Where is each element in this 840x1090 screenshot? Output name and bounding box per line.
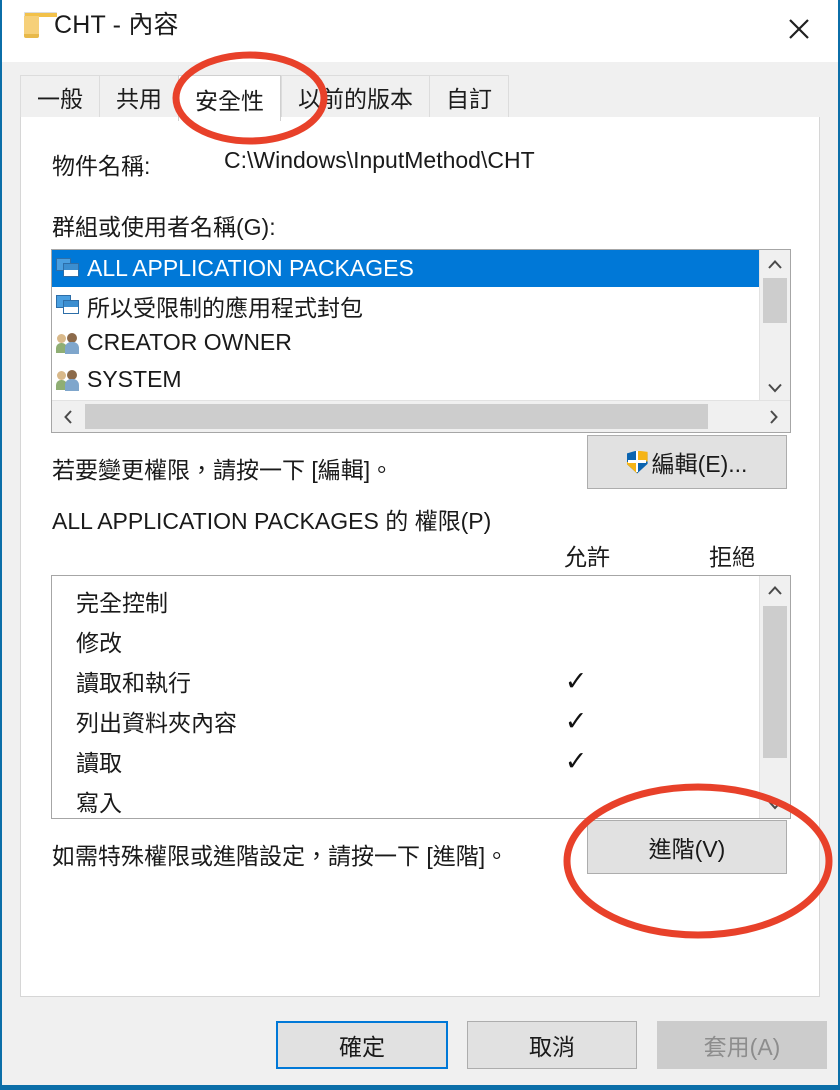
list-item[interactable]: ALL APPLICATION PACKAGES [52,250,760,287]
chevron-up-icon[interactable] [760,250,790,278]
list-item-label: ALL APPLICATION PACKAGES [87,255,414,281]
permission-name: 讀取和執行 [76,670,191,696]
properties-dialog: CHT - 內容 一般 共用 安全性 以前的版本 自訂 物件名稱: C:\Win… [0,0,840,1090]
permissions-title: ALL APPLICATION PACKAGES 的 權限(P) [52,508,492,534]
list-item-label: CREATOR OWNER [87,329,292,355]
table-row[interactable]: 讀取 ✓ [52,741,760,781]
tab-sharing[interactable]: 共用 [99,75,178,117]
permissions-listbox[interactable]: 完全控制 修改 讀取和執行 ✓ 列出資料夾內容 ✓ 讀取 ✓ 寫入 [51,575,791,819]
tab-general[interactable]: 一般 [20,75,99,117]
object-name-row: 物件名稱: C:\Windows\InputMethod\CHT [52,147,792,181]
folder-icon [24,12,57,38]
close-icon[interactable] [770,3,828,55]
chevron-left-icon[interactable] [52,401,85,432]
chevron-right-icon[interactable] [757,401,790,432]
package-icon [56,258,80,279]
group-user-items: ALL APPLICATION PACKAGES 所以受限制的應用程式封包 CR… [52,250,760,401]
column-header-allow: 允許 [564,544,610,570]
chevron-down-icon[interactable] [760,373,790,401]
permission-allow-check[interactable]: ✓ [556,701,596,741]
advanced-button[interactable]: 進階(V) [587,820,787,874]
title-bar: CHT - 內容 [2,0,838,62]
permission-name: 寫入 [76,790,122,816]
object-name-label: 物件名稱: [52,153,151,179]
permission-name: 讀取 [76,750,122,776]
group-user-vertical-scrollbar[interactable] [759,250,790,401]
table-row[interactable]: 列出資料夾內容 ✓ [52,701,760,741]
shield-icon [626,450,648,474]
table-row[interactable]: 修改 [52,621,760,661]
group-user-horizontal-scrollbar[interactable] [52,400,790,432]
title-bar-left: CHT - 內容 [24,12,179,38]
group-icon [56,332,80,354]
chevron-up-icon[interactable] [760,576,790,604]
permissions-vertical-scrollbar[interactable] [759,576,790,818]
tab-previous-versions[interactable]: 以前的版本 [281,75,429,117]
edit-button-label: 編輯(E)... [651,451,748,477]
permission-name: 修改 [76,630,122,656]
list-item[interactable]: 所以受限制的應用程式封包 [52,287,760,324]
chevron-down-icon[interactable] [760,790,790,818]
edit-button[interactable]: 編輯(E)... [587,435,787,489]
permission-name: 完全控制 [76,590,168,616]
table-row[interactable]: 讀取和執行 ✓ [52,661,760,701]
tab-strip: 一般 共用 安全性 以前的版本 自訂 [2,62,838,121]
apply-button: 套用(A) [657,1021,827,1069]
advanced-hint-text: 如需特殊權限或進階設定，請按一下 [進階]。 [52,843,509,869]
scrollbar-thumb[interactable] [763,278,787,323]
table-row[interactable]: 寫入 [52,781,760,818]
list-item-label: 所以受限制的應用程式封包 [87,294,363,321]
tab-list: 一般 共用 安全性 以前的版本 自訂 [20,75,509,121]
table-row[interactable]: 完全控制 [52,581,760,621]
group-icon [56,369,80,391]
permissions-rows: 完全控制 修改 讀取和執行 ✓ 列出資料夾內容 ✓ 讀取 ✓ 寫入 [52,576,760,818]
security-tab-panel: 物件名稱: C:\Windows\InputMethod\CHT 群組或使用者名… [20,117,820,997]
tab-security[interactable]: 安全性 [178,75,281,121]
cancel-button[interactable]: 取消 [467,1021,637,1069]
object-name-value: C:\Windows\InputMethod\CHT [224,147,535,173]
list-item-label: SYSTEM [87,366,182,392]
list-item[interactable]: SYSTEM [52,361,760,398]
column-header-deny: 拒絕 [709,544,755,570]
window-title: CHT - 內容 [54,11,179,39]
edit-hint-text: 若要變更權限，請按一下 [編輯]。 [52,457,394,483]
groups-label: 群組或使用者名稱(G): [52,214,276,240]
tab-customize[interactable]: 自訂 [429,75,509,117]
scrollbar-thumb[interactable] [85,404,708,429]
ok-button[interactable]: 確定 [276,1021,448,1069]
permission-allow-check[interactable]: ✓ [556,741,596,781]
permission-allow-check[interactable]: ✓ [556,661,596,701]
permission-name: 列出資料夾內容 [76,710,237,736]
list-item[interactable]: CREATOR OWNER [52,324,760,361]
package-icon [56,295,80,316]
group-user-listbox[interactable]: ALL APPLICATION PACKAGES 所以受限制的應用程式封包 CR… [51,249,791,433]
scrollbar-thumb[interactable] [763,606,787,758]
